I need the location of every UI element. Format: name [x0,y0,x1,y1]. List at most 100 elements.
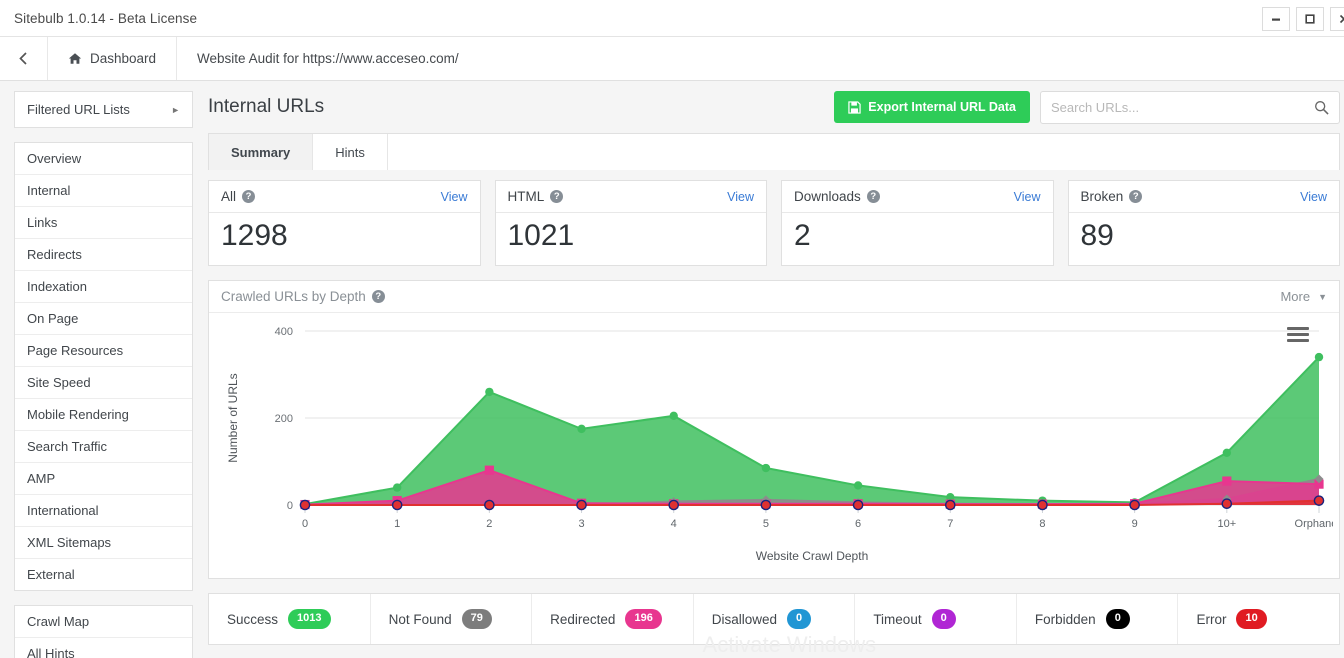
sidebar-item-filtered-url-lists[interactable]: Filtered URL Lists ► [15,92,192,127]
status-not-found-label: Not Found [388,611,452,627]
filtered-url-lists-box: Filtered URL Lists ► [14,91,193,128]
status-forbidden-label: Forbidden [1034,611,1096,627]
sidebar-item-indexation[interactable]: Indexation [15,271,192,303]
card-downloads: Downloads ? View 2 [781,180,1054,266]
status-item-timeout[interactable]: Timeout 0 [855,594,1017,644]
card-broken-head: Broken ? View [1068,181,1339,213]
breadcrumb-dashboard[interactable]: Dashboard [48,37,178,80]
card-downloads-value: 2 [794,219,811,252]
sidebar-item-external[interactable]: External [15,559,192,590]
page-header: Internal URLs Export Internal URL Data [208,81,1344,133]
card-downloads-label: Downloads [794,189,861,204]
hamburger-menu-icon[interactable] [1287,327,1309,345]
search-box[interactable] [1040,90,1340,124]
svg-text:400: 400 [275,326,293,338]
svg-text:9: 9 [1132,518,1138,530]
svg-text:5: 5 [763,518,769,530]
breadcrumb-dashboard-label: Dashboard [90,51,157,66]
save-disk-icon [848,100,861,114]
chart-body: 0 200 400 0 1 2 3 4 5 6 7 8 9 10+ Orphaned Website Craw… [209,313,1339,578]
card-html-value: 1021 [507,219,575,252]
minimize-button[interactable] [1262,6,1290,31]
card-all: All ? View 1298 [208,180,481,266]
help-icon[interactable]: ? [371,290,385,303]
chart-title: Crawled URLs by Depth [221,289,366,304]
status-redirected-label: Redirected [550,611,616,627]
search-input[interactable] [1051,99,1314,115]
breadcrumb: Dashboard Website Audit for https://www.… [0,37,1344,81]
crawled-urls-by-depth-panel: Crawled URLs by Depth ? More ▼ 0 200 400 0 1… [208,280,1340,579]
status-badge: 79 [461,609,492,629]
chart-more-dropdown[interactable]: More ▼ [1280,289,1327,304]
sidebar-item-search-traffic[interactable]: Search Traffic [15,431,192,463]
maximize-button[interactable] [1296,6,1324,31]
export-internal-url-data-button[interactable]: Export Internal URL Data [834,91,1030,123]
svg-text:10+: 10+ [1217,518,1236,530]
sidebar-item-internal[interactable]: Internal [15,175,192,207]
sidebar: Filtered URL Lists ► Overview Internal L… [0,81,200,658]
svg-text:2: 2 [486,518,492,530]
status-item-forbidden[interactable]: Forbidden 0 [1017,594,1179,644]
minimize-icon [1272,18,1280,21]
export-button-label: Export Internal URL Data [868,100,1016,114]
status-item-disallowed[interactable]: Disallowed 0 [694,594,856,644]
close-icon [1339,14,1344,23]
sidebar-item-all-hints[interactable]: All Hints [15,638,192,658]
card-all-head: All ? View [209,181,480,213]
card-html-view-link[interactable]: View [727,190,754,204]
sidebar-item-crawl-map[interactable]: Crawl Map [15,606,192,638]
card-html-head: HTML ? View [495,181,766,213]
card-broken-label: Broken [1080,189,1124,204]
sidebar-item-mobile-rendering[interactable]: Mobile Rendering [15,399,192,431]
tab-hints[interactable]: Hints [313,134,388,170]
help-icon[interactable]: ? [1129,190,1143,203]
help-icon[interactable]: ? [866,190,880,203]
status-item-success[interactable]: Success 1013 [209,594,371,644]
svg-text:Number of URLs: Number of URLs [226,373,240,462]
card-broken-view-link[interactable]: View [1300,190,1327,204]
status-badge: 0 [1105,609,1130,629]
area-chart[interactable]: 0 200 400 0 1 2 3 4 5 6 7 8 9 10+ Orphaned Website Craw… [209,313,1333,578]
sidebar-item-overview[interactable]: Overview [15,143,192,175]
status-summary-bar: Success 1013 Not Found 79 Redirected 196… [208,593,1340,645]
back-button[interactable] [0,37,48,80]
sidebar-item-on-page[interactable]: On Page [15,303,192,335]
status-item-error[interactable]: Error 10 [1178,594,1339,644]
svg-text:Website Crawl Depth: Website Crawl Depth [756,549,869,563]
status-item-redirected[interactable]: Redirected 196 [532,594,694,644]
status-badge: 0 [931,609,956,629]
search-icon[interactable] [1314,100,1329,115]
status-success-label: Success [227,611,279,627]
status-item-not-found[interactable]: Not Found 79 [371,594,533,644]
caret-right-icon: ► [171,104,180,115]
close-button[interactable] [1330,6,1344,31]
sidebar-item-amp[interactable]: AMP [15,463,192,495]
sidebar-item-site-speed[interactable]: Site Speed [15,367,192,399]
help-icon[interactable]: ? [550,190,564,203]
sidebar-item-page-resources[interactable]: Page Resources [15,335,192,367]
card-broken-value: 89 [1080,219,1114,252]
main-content: Internal URLs Export Internal URL Data S… [200,81,1344,658]
sidebar-item-links[interactable]: Links [15,207,192,239]
sidebar-tools-group: Crawl Map All Hints [14,605,193,658]
status-badge: 0 [787,609,812,629]
page-header-actions: Export Internal URL Data [834,90,1340,124]
summary-cards: All ? View 1298 HTML ? View 1021 Downloa… [208,180,1340,266]
svg-text:Orphaned: Orphaned [1295,518,1333,530]
status-disallowed-label: Disallowed [711,611,778,627]
maximize-icon [1305,13,1315,24]
breadcrumb-audit-label: Website Audit for https://www.acceseo.co… [197,51,459,66]
chart-more-label: More [1280,289,1311,304]
sidebar-item-redirects[interactable]: Redirects [15,239,192,271]
help-icon[interactable]: ? [242,190,256,203]
sidebar-item-international[interactable]: International [15,495,192,527]
status-error-label: Error [1196,611,1227,627]
card-html: HTML ? View 1021 [494,180,767,266]
svg-text:200: 200 [275,413,293,425]
card-all-label: All [221,189,237,204]
status-timeout-label: Timeout [873,611,922,627]
card-all-view-link[interactable]: View [441,190,468,204]
card-downloads-view-link[interactable]: View [1014,190,1041,204]
sidebar-item-xml-sitemaps[interactable]: XML Sitemaps [15,527,192,559]
tab-summary[interactable]: Summary [209,134,314,170]
